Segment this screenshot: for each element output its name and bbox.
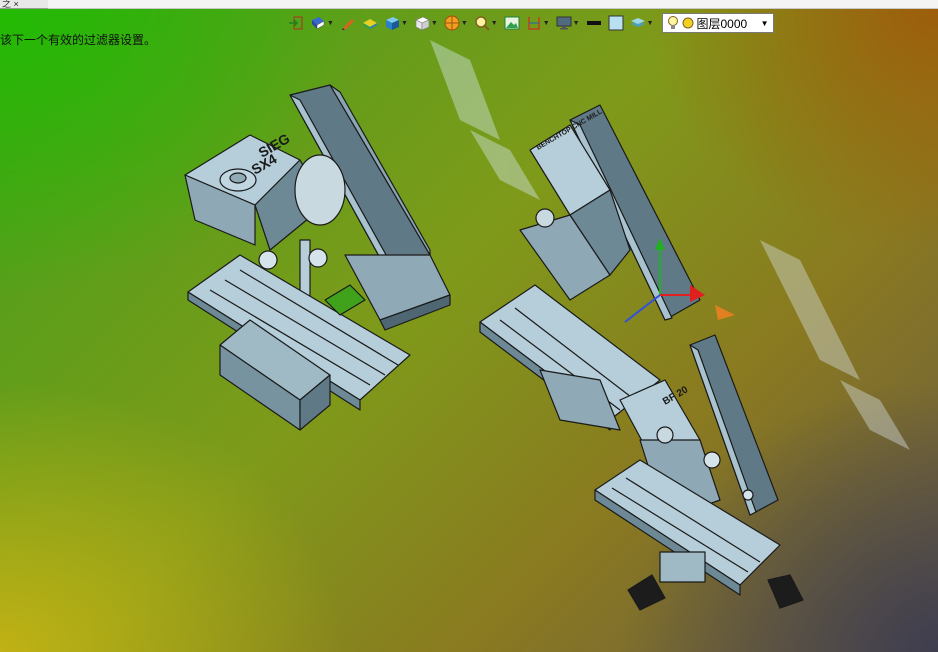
lightbulb-icon[interactable] (667, 16, 679, 30)
cad-scene[interactable]: SIEG SX4 BENCHTOP CNC MILL BF 20 (0, 0, 938, 652)
chevron-down-icon: ▼ (490, 19, 498, 27)
section-view-icon (444, 15, 460, 31)
layer-stack-icon (630, 18, 645, 27)
solid-cube-icon (385, 17, 399, 30)
pencil-icon (341, 19, 354, 30)
exit-sketch-icon (289, 16, 303, 30)
fill-color-button[interactable] (606, 13, 626, 33)
surface-button[interactable] (360, 13, 380, 33)
layer-dropdown[interactable]: 图层0000 ▼ (661, 13, 774, 33)
zoom-icon (475, 16, 490, 31)
monitor-icon (556, 16, 572, 30)
image-icon (504, 16, 520, 30)
image-button[interactable] (502, 13, 522, 33)
measure-button[interactable]: ▼ (524, 13, 552, 33)
left-mill-model[interactable] (184, 84, 451, 431)
view-orient-button[interactable]: ▼ (308, 13, 336, 33)
fill-color-icon (608, 15, 624, 31)
white-cube-button[interactable]: ▼ (412, 13, 440, 33)
layer-status-icon[interactable] (682, 17, 694, 29)
line-color-icon (586, 21, 601, 25)
chevron-down-icon: ▼ (572, 19, 580, 27)
chevron-down-icon: ▼ (400, 19, 408, 27)
chevron-down-icon: ▼ (646, 19, 654, 27)
monitor-button[interactable]: ▼ (554, 13, 582, 33)
3d-viewport[interactable]: 之 × 该下一个有效的过滤器设置。 SIEG SX4 BENCHTOP CNC … (0, 0, 938, 652)
layer-value: 图层0000 (696, 16, 748, 31)
view-orient-icon (312, 17, 325, 30)
solid-cube-button[interactable]: ▼ (382, 13, 410, 33)
chevron-down-icon: ▼ (460, 19, 468, 27)
pencil-button[interactable] (338, 13, 358, 33)
surface-icon (362, 19, 377, 29)
line-color-button[interactable] (584, 13, 604, 33)
chevron-down-icon: ▼ (430, 19, 438, 27)
exit-sketch-button[interactable] (286, 13, 306, 33)
view-toolbar: ▼ ▼ ▼ ▼ ▼ ▼ ▼ ▼ 图层0000 ▼ (286, 12, 774, 34)
measure-icon (527, 17, 540, 30)
right-mill-model[interactable] (479, 104, 701, 431)
chevron-down-icon: ▼ (327, 19, 334, 27)
chevron-down-icon: ▼ (542, 19, 550, 27)
white-cube-icon (415, 16, 430, 31)
section-view-button[interactable]: ▼ (442, 13, 470, 33)
layer-stack-button[interactable]: ▼ (628, 13, 656, 33)
chevron-down-icon: ▼ (760, 18, 769, 28)
zoom-button[interactable]: ▼ (472, 13, 500, 33)
